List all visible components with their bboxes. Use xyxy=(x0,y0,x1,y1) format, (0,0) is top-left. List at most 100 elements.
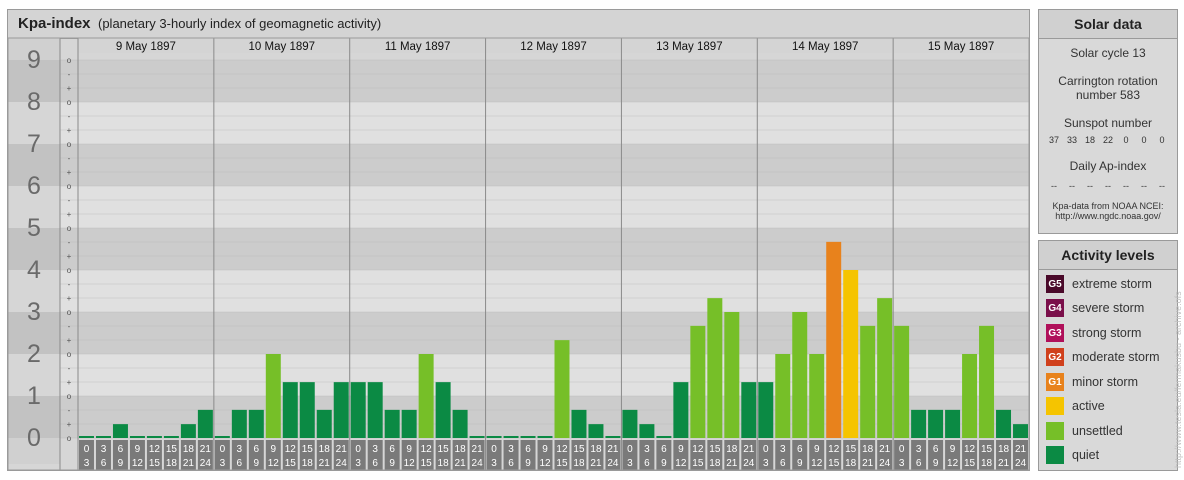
hour-bin-start: 3 xyxy=(644,444,650,455)
kp-bar xyxy=(724,312,740,438)
kp-bar xyxy=(690,325,706,438)
kp-bar xyxy=(435,382,451,438)
kp-bar xyxy=(911,409,927,438)
y-sub-mark: o xyxy=(67,434,72,443)
carrington-line-2: number 583 xyxy=(1075,88,1141,102)
hour-bin-end: 18 xyxy=(981,458,993,469)
kp-bar xyxy=(248,409,264,438)
hour-bin-end: 3 xyxy=(763,458,769,469)
hour-bin-end: 6 xyxy=(508,458,514,469)
kp-bar xyxy=(673,382,689,438)
hour-bin-end: 6 xyxy=(916,458,922,469)
hour-bin-start: 21 xyxy=(607,444,619,455)
kp-bar xyxy=(112,424,128,438)
hour-bin-end: 21 xyxy=(590,458,602,469)
legend-item-g3: G3 strong storm xyxy=(1046,323,1141,343)
legend-item-quiet: quiet xyxy=(1046,445,1099,465)
hour-bin-start: 18 xyxy=(726,444,738,455)
kp-bar xyxy=(843,270,859,438)
hour-bin-start: 18 xyxy=(319,444,331,455)
kp-bar xyxy=(809,354,825,438)
hour-bin-end: 12 xyxy=(268,458,280,469)
hour-bin-start: 0 xyxy=(763,444,769,455)
hour-bin-end: 6 xyxy=(644,458,650,469)
hour-bin-end: 9 xyxy=(254,458,260,469)
y-tick-label: 6 xyxy=(27,172,41,200)
y-sub-mark: o xyxy=(67,350,72,359)
hour-bin-end: 6 xyxy=(237,458,243,469)
hour-bin-start: 15 xyxy=(438,444,450,455)
hour-bin-end: 15 xyxy=(828,458,840,469)
hour-bin-start: 6 xyxy=(254,444,260,455)
y-sub-mark: + xyxy=(67,84,72,93)
hour-bin-end: 6 xyxy=(372,458,378,469)
hour-bin-start: 12 xyxy=(692,444,704,455)
y-sub-mark: - xyxy=(68,322,71,331)
kp-bar xyxy=(265,354,281,438)
hour-bin-start: 21 xyxy=(336,444,348,455)
kpa-bar-chart: 0123456789o+-o+-o+-o+-o+-o+-o+-o+-o+-o9 … xyxy=(7,37,1030,471)
kp-bar xyxy=(282,382,298,438)
hour-bin-start: 6 xyxy=(389,444,395,455)
hour-bin-end: 21 xyxy=(319,458,331,469)
hour-bin-end: 18 xyxy=(709,458,721,469)
kp-bar xyxy=(350,382,366,438)
ap-value: -- xyxy=(1141,181,1147,191)
hour-bin-end: 9 xyxy=(933,458,939,469)
kp-bar xyxy=(877,298,893,438)
y-sub-mark: o xyxy=(67,182,72,191)
legend-item-g2: G2 moderate storm xyxy=(1046,347,1160,367)
hour-bin-end: 9 xyxy=(389,458,395,469)
sunspot-value: 0 xyxy=(1159,135,1165,145)
hour-bin-start: 12 xyxy=(421,444,433,455)
ap-value: -- xyxy=(1069,181,1075,191)
kp-bar xyxy=(401,409,417,438)
y-sub-mark: + xyxy=(67,420,72,429)
y-sub-mark: o xyxy=(67,308,72,317)
hour-bin-end: 18 xyxy=(845,458,857,469)
y-tick-label: 4 xyxy=(27,256,41,284)
kp-bar xyxy=(826,241,842,438)
credit-text: http://www.tesla.eu/fermakusbu - archive… xyxy=(1171,250,1184,470)
y-sub-mark: - xyxy=(68,280,71,289)
legend-swatch xyxy=(1046,397,1064,415)
kp-bar xyxy=(180,424,196,438)
hour-bin-start: 18 xyxy=(998,444,1010,455)
y-sub-mark: + xyxy=(67,168,72,177)
ap-value: -- xyxy=(1051,181,1057,191)
activity-levels-title: Activity levels xyxy=(1039,241,1177,270)
hour-bin-start: 18 xyxy=(862,444,874,455)
hour-bin-start: 0 xyxy=(491,444,497,455)
hour-bin-start: 6 xyxy=(525,444,531,455)
kp-bar xyxy=(79,436,94,438)
kp-bar xyxy=(792,312,808,438)
kp-bar xyxy=(775,354,791,438)
ap-value: -- xyxy=(1087,181,1093,191)
hour-bin-start: 12 xyxy=(285,444,297,455)
hour-bin-start: 9 xyxy=(814,444,820,455)
legend-label: quiet xyxy=(1072,448,1100,462)
hour-bin-start: 0 xyxy=(220,444,226,455)
legend-item-g1: G1 minor storm xyxy=(1046,372,1138,392)
solar-cycle: Solar cycle 13 xyxy=(1070,46,1146,60)
sunspot-value: 0 xyxy=(1123,135,1129,145)
level-band xyxy=(60,60,1029,102)
hour-bin-end: 18 xyxy=(573,458,585,469)
hour-bin-start: 3 xyxy=(372,444,378,455)
y-sub-mark: - xyxy=(68,112,71,121)
sunspot-value: 18 xyxy=(1084,135,1095,145)
credit-label: http://www.tesla.eu/fermakusbu - archive… xyxy=(1173,291,1183,468)
hour-bin-start: 21 xyxy=(743,444,755,455)
kp-bar xyxy=(962,354,978,438)
hour-bin-end: 18 xyxy=(166,458,178,469)
kp-bar xyxy=(95,436,111,438)
ap-value: -- xyxy=(1123,181,1129,191)
kp-bar xyxy=(588,424,604,438)
hour-bin-start: 18 xyxy=(455,444,467,455)
kp-bar xyxy=(571,409,587,438)
sunspot-title: Sunspot number xyxy=(1063,116,1153,130)
y-tick-label: 3 xyxy=(27,298,41,326)
hour-bin-start: 9 xyxy=(542,444,548,455)
legend-label: strong storm xyxy=(1072,326,1142,340)
kp-bar xyxy=(146,436,162,438)
